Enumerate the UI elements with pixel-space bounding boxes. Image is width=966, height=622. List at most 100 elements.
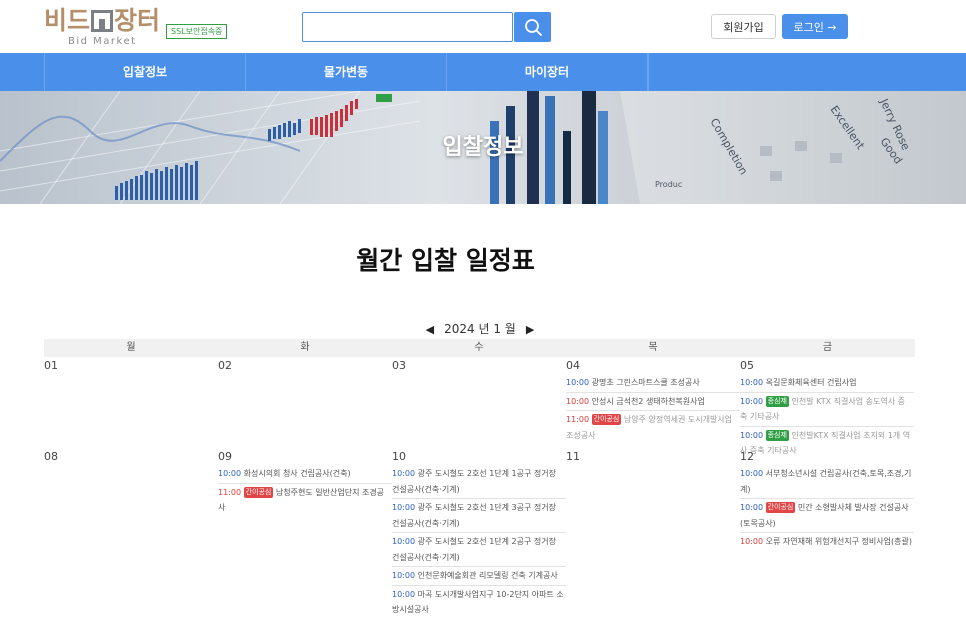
event-tag-badge: 종심제 (765, 429, 789, 441)
event-title: 안성시 금석천2 생태하천복원사업 (591, 396, 705, 406)
calendar-day-cell: 01 (44, 359, 218, 375)
date-number: 03 (392, 359, 406, 372)
event-time: 10:00 (740, 430, 764, 440)
event-title: 광명초 그린스마트스쿨 조성공사 (591, 378, 700, 387)
bid-event[interactable]: 11:00 간이공심 남청주현도 일반산업단지 조경공사 (218, 485, 392, 516)
bid-event[interactable]: 10:00 화성시의회 청사 건립공사(건축) (218, 466, 392, 482)
date-number: 08 (44, 450, 58, 463)
calendar-day-cell: 08 (44, 450, 218, 466)
bid-event[interactable]: 10:00 광주 도시철도 2호선 1단계 3공구 정거장 건설공사(건축·기계… (392, 500, 566, 531)
event-time: 10:00 (566, 396, 590, 406)
logo-house-icon (91, 10, 114, 32)
calendar-day-cell: 04 10:00 광명초 그린스마트스쿨 조성공사 10:00 안성시 금석천2 생… (566, 359, 740, 443)
bid-event[interactable]: 10:00 서부청소년시설 건립공사(건축,토목,조경,기계) (740, 466, 914, 497)
event-divider (392, 532, 566, 533)
login-button[interactable]: 로그인 → (782, 14, 848, 39)
logo-text-a: 비드 (44, 6, 91, 35)
event-time: 10:00 (740, 469, 764, 478)
weekday-mon: 월 (126, 342, 136, 353)
weekday-thu: 목 (648, 342, 658, 353)
nav-item-bid-info[interactable]: 입찰정보 (44, 53, 245, 91)
date-number: 12 (740, 450, 754, 463)
event-divider (392, 584, 566, 586)
event-title: 남청주현도 일반산업단지 조경공사 (218, 487, 385, 513)
event-title: 인천문화예술회관 리모델링 건축 기계공사 (417, 571, 558, 580)
month-navigation: ◀ 2024 년 1 월 ▶ (0, 320, 960, 337)
banner: Completion Excellent Good Jerry Rose Pro… (0, 91, 966, 204)
search-input[interactable] (302, 12, 513, 42)
event-title: 남양주 양정역세권 도시개발사업 조성공사 (566, 415, 733, 440)
event-time: 10:00 (740, 396, 764, 406)
bid-event[interactable]: 10:00 광주 도시철도 2호선 1단계 1공구 정거장 건설공사(건축·기계… (392, 466, 566, 497)
calendar-day-cell: 10 10:00 광주 도시철도 2호선 1단계 1공구 정거장 건설공사(건축·… (392, 450, 566, 618)
weekday-tue: 화 (300, 342, 310, 353)
logo-subtitle: Bid Market (68, 36, 137, 47)
event-title: 광주 도시철도 2호선 1단계 2공구 정거장 건설공사(건축·기계) (392, 537, 556, 562)
event-title: 인천발 KTX 직결사업 송도역사 증축 기타공사 (740, 396, 905, 422)
calendar-day-cell: 12 10:00 서부청소년시설 건립공사(건축,토목,조경,기계) 10:00 간… (740, 450, 914, 550)
main-nav: 입찰정보 물가변동 마이장터 (0, 53, 966, 91)
date-number: 11 (566, 450, 580, 463)
event-divider (740, 391, 914, 393)
event-divider (392, 566, 566, 567)
event-title: 화성시의회 청사 건립공사(건축) (243, 469, 351, 478)
calendar-day-cell: 03 (392, 359, 566, 375)
bid-event[interactable]: 10:00 마곡 도시개발사업지구 10-2단지 아파트 소방시설공사 (392, 587, 566, 618)
nav-item-my-market[interactable]: 마이장터 (446, 53, 647, 91)
bid-event[interactable]: 10:00 옥길문화체육센터 건립사업 (740, 375, 914, 391)
event-tag-badge: 간이공심 (765, 502, 796, 513)
event-title: 오류 자연재해 위험개선지구 정비사업(총괄) (765, 537, 912, 546)
event-divider (218, 482, 392, 484)
event-time: 11:00 (218, 487, 242, 497)
date-number: 01 (44, 359, 58, 372)
event-divider (740, 498, 914, 499)
nav-divider (647, 53, 649, 91)
calendar-day-cell: 09 10:00 화성시의회 청사 건립공사(건축) 11:00 간이공심 남청주현… (218, 450, 392, 516)
date-number: 09 (218, 450, 232, 463)
bid-event[interactable]: 10:00 종심제 인천발 KTX 직결사업 송도역사 증축 기타공사 (740, 394, 914, 425)
bid-event[interactable]: 11:00 간이공심 남양주 양정역세권 도시개발사업 조성공사 (566, 412, 740, 443)
search-icon (525, 19, 542, 36)
bid-event[interactable]: 10:00 간이공심 민간 소형발사체 발사장 건설공사(토목공사) (740, 500, 914, 531)
date-number: 10 (392, 450, 406, 463)
date-number: 02 (218, 359, 232, 372)
bid-event[interactable]: 10:00 오류 자연재해 위험개선지구 정비사업(총괄) (740, 534, 914, 550)
next-month-button[interactable]: ▶ (526, 323, 534, 336)
banner-title: 입찰정보 (442, 135, 524, 160)
nav-item-price-change[interactable]: 물가변동 (245, 53, 446, 91)
event-time: 10:00 (392, 571, 416, 580)
event-time: 11:00 (566, 415, 590, 424)
calendar-day-cell: 11 (566, 450, 740, 466)
event-time: 10:00 (740, 503, 764, 512)
weekday-wed: 수 (474, 342, 484, 353)
event-tag-badge: 간이공심 (243, 486, 274, 498)
event-divider (392, 498, 566, 499)
event-title: 광주 도시철도 2호선 1단계 3공구 정거장 건설공사(건축·기계) (392, 503, 556, 528)
logo[interactable]: 비드 장터 Bid Market (44, 6, 161, 48)
event-title: 광주 도시철도 2호선 1단계 1공구 정거장 건설공사(건축·기계) (392, 469, 556, 494)
prev-month-button[interactable]: ◀ (426, 323, 434, 336)
event-title: 옥길문화체육센터 건립사업 (765, 378, 857, 387)
event-time: 10:00 (392, 469, 416, 478)
header: 비드 장터 Bid Market SSL보안접속중 회원가입 로그인 → (0, 0, 966, 53)
search-button[interactable] (514, 12, 551, 42)
event-time: 10:00 (392, 589, 416, 599)
event-time: 10:00 (740, 537, 764, 546)
calendar-day-cell: 02 (218, 359, 392, 375)
bid-event[interactable]: 10:00 인천문화예술회관 리모델링 건축 기계공사 (392, 568, 566, 584)
event-title: 마곡 도시개발사업지구 10-2단지 아파트 소방시설공사 (392, 589, 564, 615)
calendar-header: 월 화 수 목 금 (44, 339, 915, 357)
logo-text-b: 장터 (114, 6, 161, 35)
bid-event[interactable]: 10:00 안성시 금석천2 생태하천복원사업 (566, 394, 740, 410)
weekday-fri: 금 (822, 342, 833, 353)
event-title: 서부청소년시설 건립공사(건축,토목,조경,기계) (740, 469, 912, 494)
date-number: 04 (566, 359, 580, 372)
join-button[interactable]: 회원가입 (711, 14, 776, 39)
event-time: 10:00 (218, 469, 242, 478)
event-divider (740, 425, 914, 427)
bid-event[interactable]: 10:00 광주 도시철도 2호선 1단계 2공구 정거장 건설공사(건축·기계… (392, 534, 566, 565)
event-time: 10:00 (392, 537, 416, 546)
event-divider (566, 410, 740, 411)
event-tag-badge: 간이공심 (591, 414, 622, 425)
bid-event[interactable]: 10:00 광명초 그린스마트스쿨 조성공사 (566, 375, 740, 391)
